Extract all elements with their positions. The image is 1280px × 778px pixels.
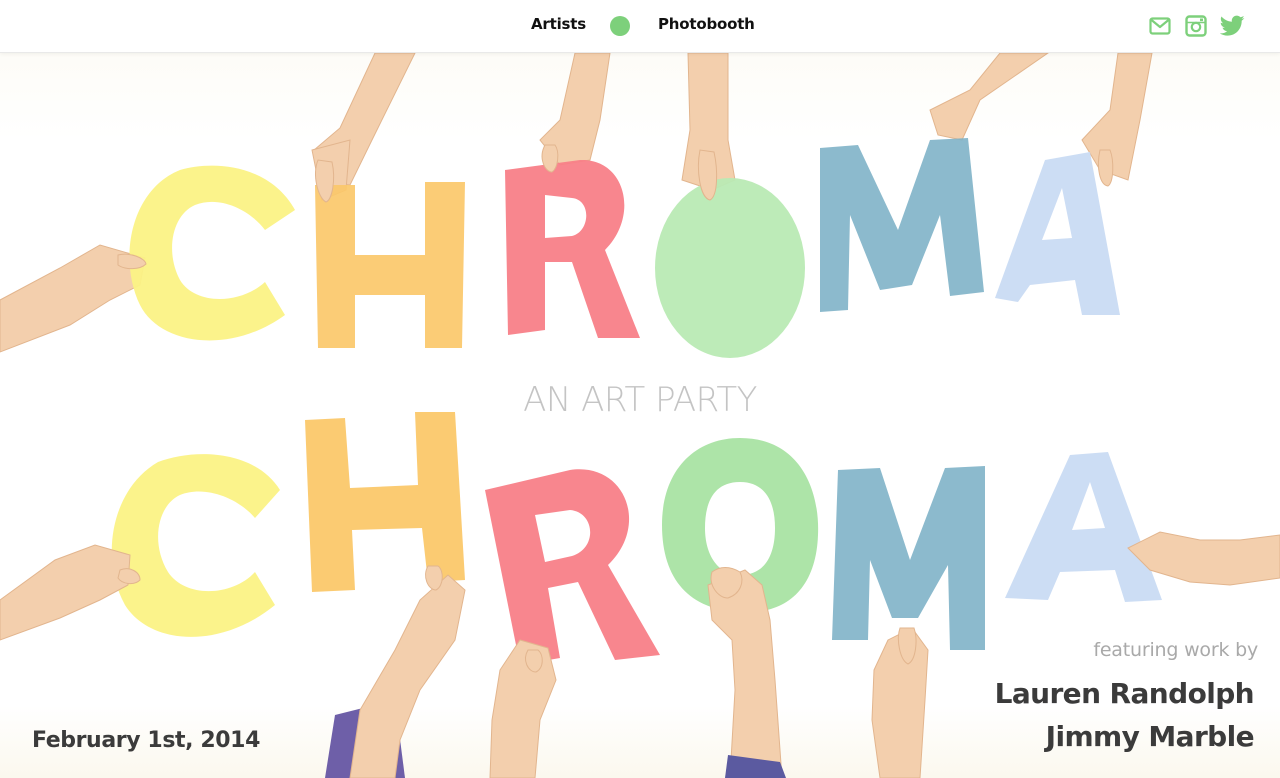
letter-o-green-top	[655, 178, 805, 358]
event-date: February 1st, 2014	[32, 728, 260, 753]
letter-r-red-top	[505, 159, 640, 338]
instagram-icon[interactable]	[1185, 15, 1207, 37]
letter-c-yellow-bottom	[111, 454, 281, 637]
hero-tagline: AN ART PARTY	[523, 380, 757, 420]
twitter-icon[interactable]	[1220, 15, 1245, 37]
mail-icon[interactable]	[1149, 15, 1171, 37]
letter-h-orange-bottom	[305, 412, 465, 592]
nav-artists-link[interactable]: Artists	[531, 15, 586, 33]
letter-a-lightblue-bottom	[1005, 452, 1162, 602]
featured-artist-name: Jimmy Marble	[1045, 720, 1255, 753]
featuring-label: featuring work by	[1093, 639, 1258, 661]
featured-artist-name: Lauren Randolph	[994, 677, 1255, 710]
nav-separator-dot	[610, 16, 630, 36]
letter-m-blue-top	[820, 138, 984, 312]
hero-banner: .skin { fill: #f3cfad; stroke: #e2b58e; …	[0, 53, 1280, 778]
letter-r-red-bottom	[485, 469, 660, 665]
nav-photobooth-link[interactable]: Photobooth	[658, 15, 755, 33]
top-navigation-bar: Artists Photobooth	[0, 0, 1280, 53]
letter-h-orange-top	[315, 182, 465, 348]
letter-c-yellow-top	[129, 165, 295, 341]
letter-m-blue-bottom	[832, 466, 985, 650]
